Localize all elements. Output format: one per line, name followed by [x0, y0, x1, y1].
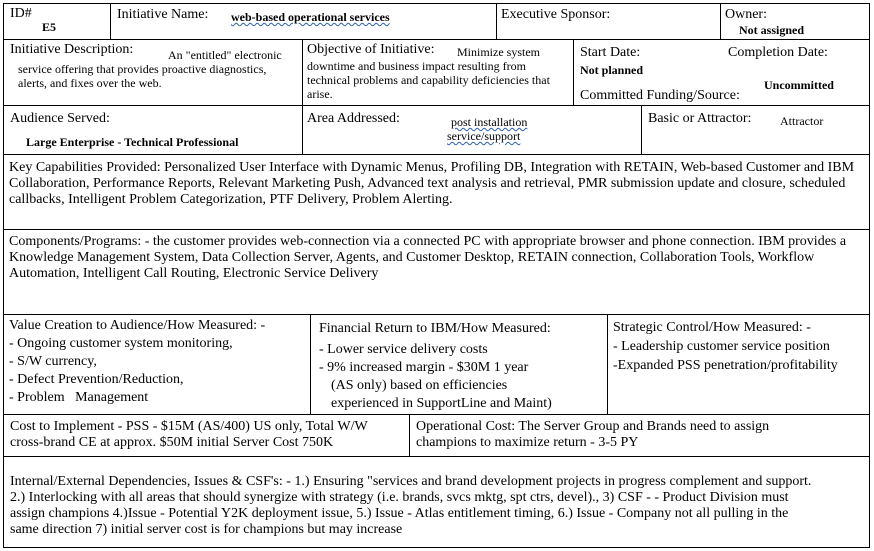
description-value: An "entitled" electronic service offerin…: [18, 48, 282, 90]
id-cell: ID# E5: [3, 3, 111, 40]
area-label: Area Addressed:: [307, 111, 400, 126]
financial-return-label: Financial Return to IBM/How Measured:: [319, 321, 551, 336]
audience-label: Audience Served:: [10, 111, 110, 126]
executive-sponsor-label: Executive Sponsor:: [501, 7, 611, 22]
executive-sponsor-cell: Executive Sponsor:: [496, 3, 721, 40]
cost-to-implement-cell: Cost to Implement - PSS - $15M (AS/400) …: [3, 414, 410, 457]
owner-label: Owner:: [725, 7, 767, 22]
value-creation-label: Value Creation to Audience/How Measured:…: [9, 318, 266, 333]
owner-value: Not assigned: [739, 23, 805, 37]
components-cell: Components/Programs: - the customer prov…: [3, 229, 870, 315]
funding-value: Uncommitted: [764, 78, 834, 92]
value-creation-item: - Problem Management: [9, 390, 149, 405]
owner-cell: Owner: Not assigned: [720, 3, 870, 40]
completion-date-label: Completion Date:: [728, 45, 828, 60]
value-creation-cell: Value Creation to Audience/How Measured:…: [3, 314, 311, 415]
initiative-name-value: web-based operational services: [231, 10, 390, 24]
basic-attractor-label: Basic or Attractor:: [648, 111, 752, 126]
area-value-line2: service/support: [447, 129, 521, 143]
area-value-line1: post installation: [451, 115, 528, 129]
capabilities-cell: Key Capabilities Provided: Personalized …: [3, 154, 870, 230]
cost-to-implement-text: Cost to Implement - PSS - $15M (AS/400) …: [10, 419, 368, 450]
basic-attractor-cell: Basic or Attractor: Attractor: [641, 105, 870, 155]
initiative-name-cell: Initiative Name: web-based operational s…: [110, 3, 497, 40]
operational-cost-text: Operational Cost: The Server Group and B…: [416, 419, 770, 450]
dependencies-text: Internal/External Dependencies, Issues &…: [10, 474, 812, 537]
dates-cell: Start Date: Completion Date: Not planned…: [573, 39, 870, 106]
audience-cell: Audience Served: Large Enterprise - Tech…: [3, 105, 303, 155]
value-creation-item: - Ongoing customer system monitoring,: [9, 336, 233, 351]
financial-line: - Lower service delivery costs: [319, 342, 488, 357]
description-cell: Initiative Description: An "entitled" el…: [3, 39, 303, 106]
objective-value: Minimize system downtime and business im…: [307, 45, 550, 101]
financial-line: - 9% increased margin - $30M 1 year: [319, 360, 529, 375]
id-label: ID#: [10, 6, 32, 21]
start-date-label: Start Date:: [580, 45, 641, 60]
financial-line: experienced in SupportLine and Maint): [331, 396, 552, 411]
operational-cost-cell: Operational Cost: The Server Group and B…: [409, 414, 870, 457]
funding-label: Committed Funding/Source:: [580, 88, 740, 103]
value-creation-item: - S/W currency,: [9, 354, 97, 369]
audience-value: Large Enterprise - Technical Professiona…: [26, 135, 239, 149]
basic-attractor-value: Attractor: [780, 114, 824, 128]
initiative-name-label: Initiative Name:: [117, 7, 209, 22]
strategic-control-cell: Strategic Control/How Measured: - - Lead…: [607, 314, 870, 415]
strategic-line: - Leadership customer service position: [613, 339, 830, 354]
dependencies-cell: Internal/External Dependencies, Issues &…: [3, 456, 870, 548]
value-creation-item: - Defect Prevention/Reduction,: [9, 372, 184, 387]
id-value: E5: [42, 20, 57, 34]
components-text: Components/Programs: - the customer prov…: [9, 234, 847, 281]
financial-return-cell: Financial Return to IBM/How Measured: - …: [310, 314, 608, 415]
objective-cell: Objective of Initiative: Minimize system…: [302, 39, 574, 106]
capabilities-text: Key Capabilities Provided: Personalized …: [9, 160, 855, 207]
area-cell: Area Addressed: post installation servic…: [302, 105, 642, 155]
strategic-line: -Expanded PSS penetration/profitability: [613, 358, 838, 373]
strategic-control-label: Strategic Control/How Measured: -: [613, 320, 811, 335]
financial-line: (AS only) based on efficiencies: [331, 378, 508, 393]
start-date-value: Not planned: [580, 63, 644, 77]
